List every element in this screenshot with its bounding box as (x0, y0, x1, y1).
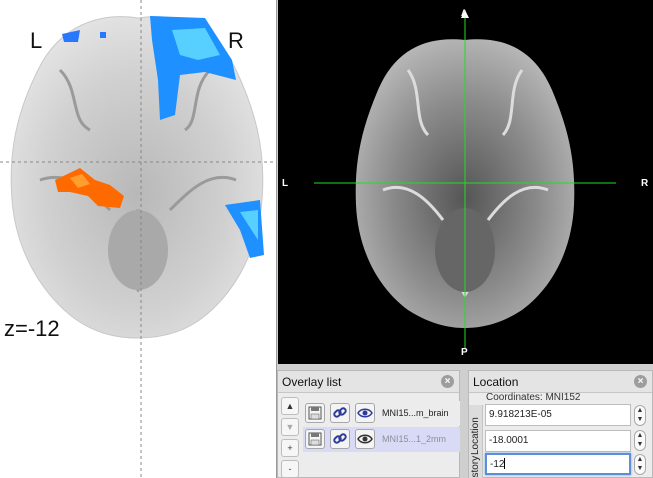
link-icon[interactable] (330, 429, 350, 449)
overlay-list-title: Overlay list (282, 375, 342, 389)
eye-icon[interactable] (355, 403, 375, 423)
eye-icon[interactable] (355, 429, 375, 449)
reference-figure: L R z=-12 (0, 0, 276, 478)
tab-location-label: Location (470, 417, 481, 455)
brain-slice-figure (0, 0, 276, 478)
close-icon[interactable]: × (441, 375, 454, 388)
tab-history-label: History (470, 455, 481, 478)
add-overlay-button[interactable]: + (281, 439, 299, 457)
x-coordinate-stepper[interactable]: ▲ ▼ (634, 405, 646, 426)
overlay-list-header: Overlay list × (278, 371, 459, 393)
z-coordinate-field[interactable]: -12 (485, 453, 631, 475)
location-title: Location (473, 375, 519, 389)
remove-overlay-button[interactable]: - (281, 460, 299, 478)
orientation-left-label: L (282, 178, 289, 189)
save-icon[interactable] (305, 429, 325, 449)
figure-left-label: L (30, 28, 43, 53)
coordinate-system-label: Coordinates: MNI152 (486, 392, 581, 403)
overlay-order-buttons: ▲ ▼ + - (281, 397, 299, 478)
orientation-right-label: R (641, 178, 649, 189)
location-panel: Location × Coordinates: MNI152 Location … (468, 370, 653, 478)
overlay-name: MNI15...1_2mm (382, 434, 447, 444)
save-icon[interactable] (305, 403, 325, 423)
figure-right-label: R (228, 28, 244, 53)
overlay-name: MNI15...m_brain (382, 408, 449, 418)
overlay-list-panel: Overlay list × ▲ ▼ + - MNI15...m_brain M… (277, 370, 460, 478)
overlay-row-selected[interactable]: MNI15...1_2mm (303, 427, 460, 452)
y-coordinate-stepper[interactable]: ▲ ▼ (634, 430, 646, 451)
axial-slice-image[interactable] (278, 0, 653, 364)
link-icon[interactable] (330, 403, 350, 423)
slice-position-label: z=-12 (4, 316, 60, 341)
move-down-button[interactable]: ▼ (281, 418, 299, 436)
close-icon[interactable]: × (634, 375, 647, 388)
orientation-anterior-label: A (461, 8, 468, 18)
y-coordinate-field[interactable]: -18.0001 (485, 430, 631, 452)
orientation-posterior-label: P (461, 347, 468, 358)
x-coordinate-field[interactable]: 9.918213E-05 (485, 404, 631, 426)
axial-canvas[interactable]: L R A P (278, 0, 653, 364)
z-coordinate-stepper[interactable]: ▲ ▼ (634, 454, 646, 475)
move-up-button[interactable]: ▲ (281, 397, 299, 415)
overlay-row[interactable]: MNI15...m_brain (303, 401, 460, 426)
text-caret (504, 458, 506, 469)
location-header: Location × (469, 371, 652, 393)
tab-history[interactable]: History (469, 455, 483, 478)
tab-location[interactable]: Location (469, 405, 483, 457)
z-coordinate-value: -12 (490, 459, 505, 470)
